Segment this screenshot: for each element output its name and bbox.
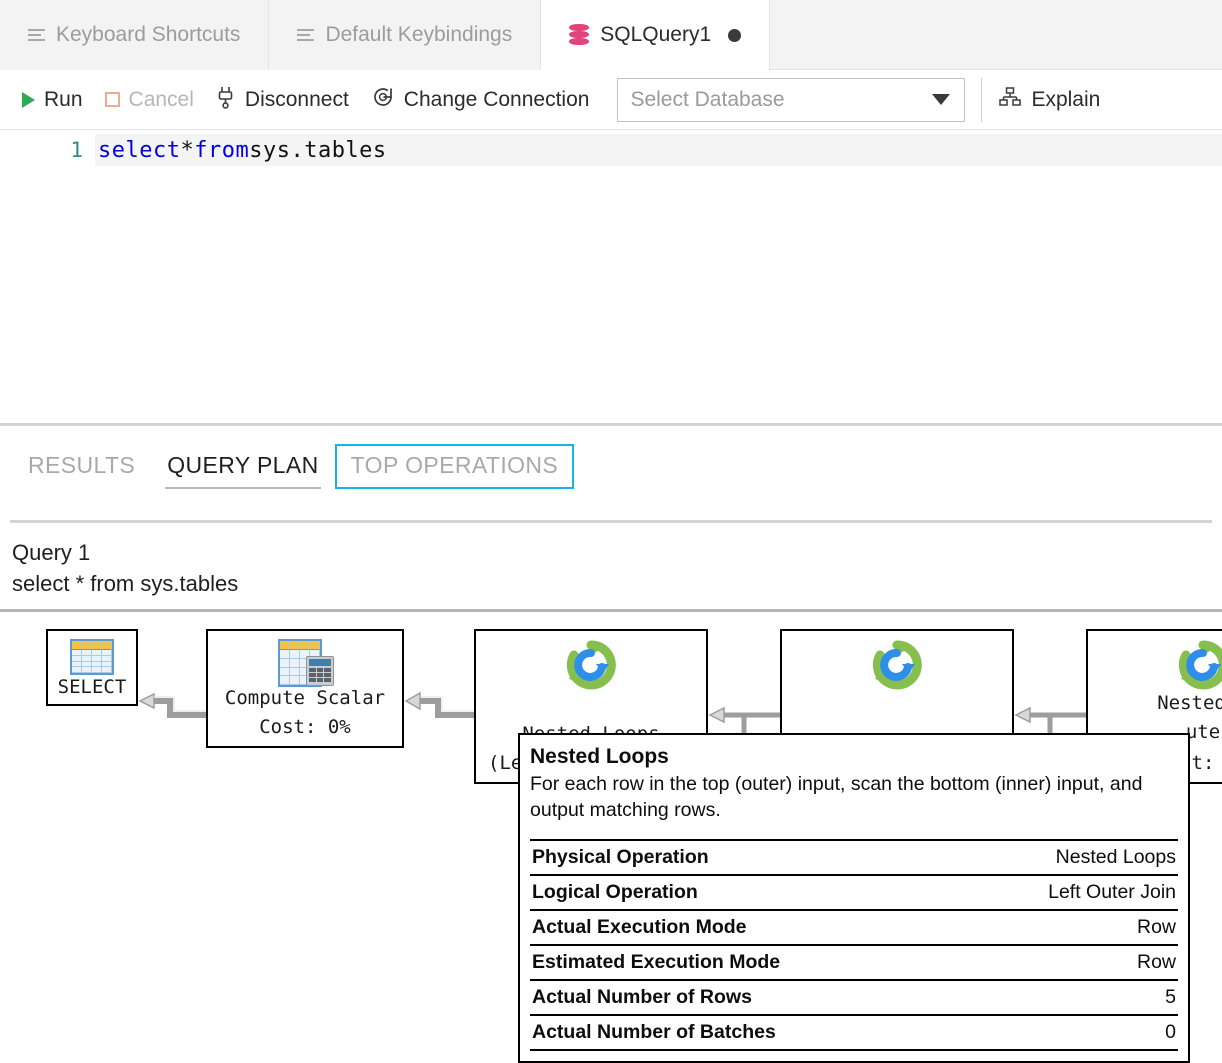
table-row: Logical Operation Left Outer Join (530, 875, 1178, 910)
plug-icon (216, 85, 236, 115)
query-statement: select * from sys.tables (12, 568, 1210, 599)
property-value: Row (955, 910, 1178, 945)
property-value: Left Outer Join (955, 875, 1178, 910)
unsaved-changes-dot (728, 29, 741, 42)
table-row: Estimated Execution Mode Row (530, 945, 1178, 980)
query-toolbar: Run Cancel Disconnect Change Connection (0, 70, 1222, 130)
plan-arrow-2 (404, 690, 474, 724)
tab-label: SQLQuery1 (600, 23, 711, 47)
results-tab-bar: RESULTS QUERY PLAN TOP OPERATIONS (0, 426, 1222, 508)
sql-keyword-from: from (194, 138, 249, 163)
table-row: Physical Operation Nested Loops (530, 840, 1178, 875)
change-connection-button[interactable]: Change Connection (371, 85, 603, 115)
cancel-button-label: Cancel (129, 88, 194, 112)
property-value: Row (955, 945, 1178, 980)
plan-node-label: Compute Scalar (225, 686, 385, 715)
cancel-button[interactable]: Cancel (105, 88, 207, 112)
stop-square-icon (105, 92, 120, 107)
tab-query-plan[interactable]: QUERY PLAN (151, 444, 334, 489)
property-key (530, 1050, 955, 1061)
query-title: Query 1 (12, 537, 1210, 568)
tab-sqlquery1[interactable]: SQLQuery1 (541, 0, 770, 70)
tab-bar-filler (770, 0, 1222, 69)
tooltip-properties-table: Physical Operation Nested Loops Logical … (530, 839, 1178, 1061)
sql-keyword-select: select (98, 138, 180, 163)
table-row: Actual Execution Mode Row (530, 910, 1178, 945)
database-icon (569, 24, 589, 46)
property-key: Estimated Execution Mode (530, 945, 955, 980)
property-key: Actual Execution Mode (530, 910, 955, 945)
table-row: Actual Number of Batches 0 (530, 1015, 1178, 1050)
result-grid-icon (70, 639, 114, 675)
calculator-icon (306, 656, 334, 686)
plan-node-cost: t: (1192, 751, 1215, 782)
tab-label: Default Keybindings (325, 23, 512, 47)
nested-loops-icon (1177, 639, 1222, 691)
editor-tab-bar: Keyboard Shortcuts Default Keybindings S… (0, 0, 1222, 70)
sql-editor[interactable]: 1 select * from sys.tables (0, 130, 1222, 423)
plan-node-join-type: ute (1186, 720, 1220, 751)
explain-button[interactable]: Explain (998, 85, 1113, 115)
tab-top-operations[interactable]: TOP OPERATIONS (335, 444, 575, 489)
table-row-clipped (530, 1050, 1178, 1061)
property-value: 5 (955, 980, 1178, 1015)
sql-identifier-token: sys.tables (249, 138, 386, 163)
explain-button-label: Explain (1031, 88, 1100, 112)
property-key: Actual Number of Rows (530, 980, 955, 1015)
disconnect-button[interactable]: Disconnect (216, 85, 362, 115)
code-line-content[interactable]: select * from sys.tables (95, 134, 1222, 166)
nested-loops-icon (871, 639, 923, 691)
code-line-1[interactable]: 1 select * from sys.tables (0, 134, 1222, 166)
plan-node-label: Nested L (1157, 691, 1222, 720)
hamburger-icon (28, 29, 45, 41)
change-connection-button-label: Change Connection (404, 88, 590, 112)
plan-node-cost: Cost: 0% (259, 715, 351, 746)
toolbar-divider (981, 78, 982, 122)
nested-loops-icon (565, 639, 617, 691)
tab-default-keybindings[interactable]: Default Keybindings (269, 0, 541, 70)
property-value: 0 (955, 1015, 1178, 1050)
query-summary: Query 1 select * from sys.tables (0, 523, 1222, 609)
line-number: 1 (0, 138, 95, 162)
property-key: Actual Number of Batches (530, 1015, 955, 1050)
tooltip-description: For each row in the top (outer) input, s… (530, 771, 1178, 833)
property-value (955, 1050, 1178, 1061)
tab-keyboard-shortcuts[interactable]: Keyboard Shortcuts (0, 0, 269, 70)
tooltip-title: Nested Loops (530, 743, 1178, 771)
play-icon (22, 92, 35, 108)
tab-label: Keyboard Shortcuts (56, 23, 240, 47)
chevron-down-icon (932, 94, 950, 105)
refresh-connection-icon (371, 85, 395, 115)
hamburger-icon (297, 29, 314, 41)
plan-arrow-1 (138, 690, 206, 724)
disconnect-button-label: Disconnect (245, 88, 349, 112)
plan-node-select[interactable]: SELECT (46, 629, 138, 706)
run-button[interactable]: Run (22, 88, 96, 112)
table-row: Actual Number of Rows 5 (530, 980, 1178, 1015)
property-key: Logical Operation (530, 875, 955, 910)
database-select[interactable]: Select Database (617, 78, 965, 122)
run-button-label: Run (44, 88, 83, 112)
compute-scalar-icon (276, 639, 334, 686)
tab-results[interactable]: RESULTS (12, 444, 151, 489)
plan-tree-icon (998, 85, 1022, 115)
sql-star-token: * (180, 138, 194, 163)
property-key: Physical Operation (530, 840, 955, 875)
plan-node-compute-scalar[interactable]: Compute Scalar Cost: 0% (206, 629, 404, 748)
database-select-value: Select Database (630, 88, 784, 112)
plan-node-join-type: (Le (476, 751, 522, 782)
plan-node-label: SELECT (58, 675, 127, 704)
property-value: Nested Loops (955, 840, 1178, 875)
